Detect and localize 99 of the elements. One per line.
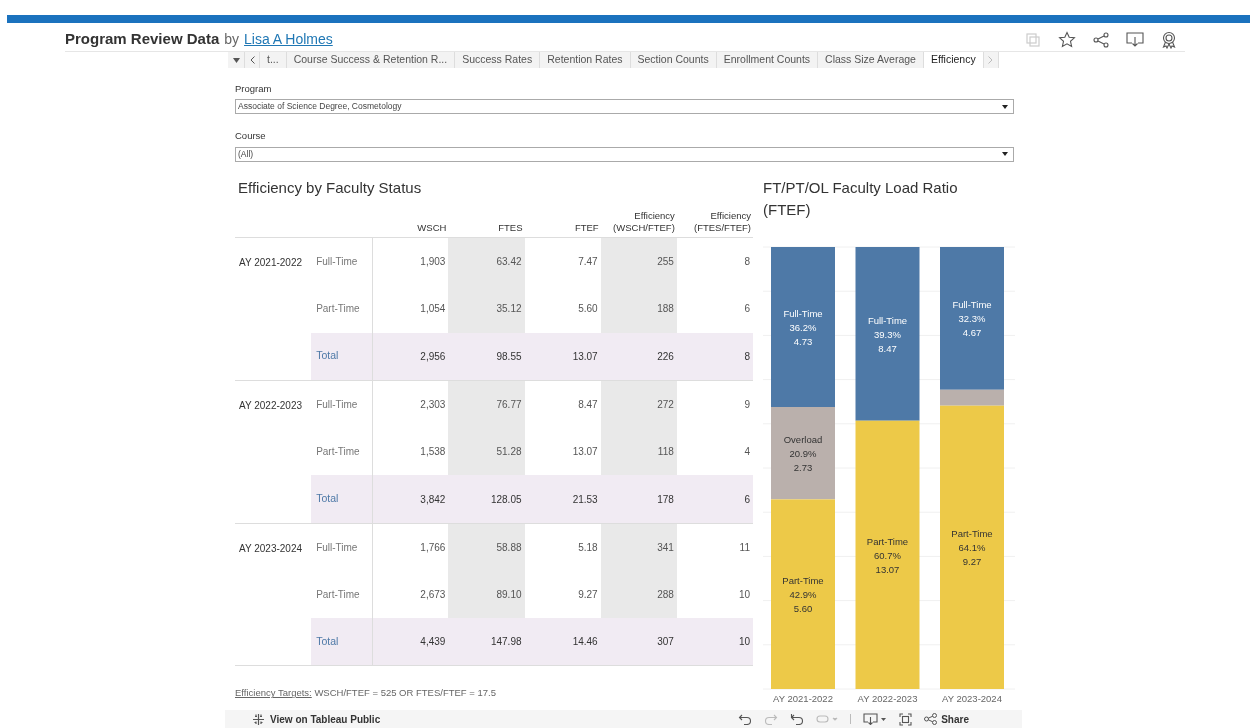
table-cell: 9.27	[578, 588, 598, 600]
filter-dropdown[interactable]: Associate of Science Degree, Cosmetology	[235, 99, 1014, 115]
year-label: AY 2022-2023	[239, 399, 303, 411]
table-cell: 13.07	[572, 446, 598, 458]
fullscreen-icon[interactable]	[899, 712, 913, 726]
filter-dropdown[interactable]: (All)	[235, 146, 1014, 162]
data-label: Overload 20.9% 2.73	[783, 433, 823, 473]
table-cell: 35.12	[496, 303, 522, 315]
view-on-tableau-link[interactable]: View on Tableau Public	[270, 711, 381, 727]
tableau-logo-icon	[252, 712, 265, 726]
table-cell: 4,439	[420, 636, 446, 648]
axis-label: AY 2021-2022	[773, 692, 833, 704]
axis-label: AY 2023-2024	[942, 692, 1002, 704]
author-link[interactable]: Lisa A Holmes	[244, 29, 333, 50]
table-cell: 272	[657, 398, 674, 410]
table-cell: 63.42	[496, 256, 522, 268]
table-title: Efficiency by Faculty Status	[238, 177, 423, 198]
table-cell: 2,956	[420, 350, 446, 362]
table-cell: 3,842	[420, 493, 446, 505]
table-cell: 128.05	[490, 493, 522, 505]
table-cell: 4	[744, 446, 750, 458]
status-label: Part-Time	[316, 446, 360, 458]
filter-label: Course	[235, 129, 267, 144]
table-cell: 307	[657, 636, 674, 648]
status-label: Part-Time	[316, 588, 360, 600]
table-cell: 8	[744, 256, 750, 268]
byline: by	[224, 30, 240, 49]
table-cell: 2,303	[420, 398, 446, 410]
table-cell: 1,054	[420, 303, 446, 315]
table-cell: 76.77	[496, 398, 522, 410]
revert-icon[interactable]	[790, 713, 805, 725]
table-cell: 118	[657, 446, 674, 458]
undo-icon[interactable]	[738, 713, 753, 725]
table-cell: 58.88	[496, 541, 522, 553]
table-cell: 10	[738, 588, 750, 600]
status-label: Total	[316, 349, 339, 362]
download-icon[interactable]	[863, 713, 888, 725]
table-cell: 10	[738, 636, 750, 648]
data-label: Full-Time 39.3% 8.47	[867, 314, 908, 354]
axis-label: AY 2022-2023	[857, 692, 918, 704]
table-cell: 89.10	[496, 588, 522, 600]
table-cell: 1,538	[420, 446, 446, 458]
workbook-title: Program Review Data	[65, 29, 220, 50]
table-cell: 188	[657, 303, 674, 315]
caret-down-icon[interactable]	[1002, 152, 1008, 156]
status-label: Full-Time	[316, 256, 358, 268]
status-label: Total	[316, 492, 339, 505]
table-cell: 1,903	[420, 256, 446, 268]
table-cell: 8.47	[578, 398, 598, 410]
table-cell: 8	[744, 350, 750, 362]
table-cell: 288	[657, 588, 674, 600]
table-cell: 98.55	[496, 350, 522, 362]
table-cell: 51.28	[496, 446, 522, 458]
column-header: FTES	[498, 222, 523, 234]
chevron-left-icon[interactable]	[249, 56, 255, 64]
table-cell: 13.07	[572, 350, 598, 362]
table-cell: 7.47	[578, 256, 598, 268]
table-cell: 21.53	[572, 493, 598, 505]
data-label: Full-Time 32.3% 4.67	[952, 298, 992, 338]
data-label: Part-Time 42.9% 5.60	[782, 574, 824, 614]
column-header: Efficiency (FTES/FTEF)	[693, 210, 751, 234]
table-cell: 6	[744, 493, 750, 505]
column-header: FTEF	[574, 222, 599, 234]
share-icon[interactable]	[1093, 31, 1109, 48]
table-cell: 6	[744, 303, 750, 315]
status-label: Total	[316, 634, 339, 647]
table-cell: 147.98	[490, 636, 522, 648]
download-icon[interactable]	[1126, 31, 1144, 48]
status-label: Full-Time	[316, 398, 358, 410]
table-cell: 1,766	[420, 541, 446, 553]
caret-down-icon[interactable]	[1002, 104, 1008, 109]
table-cell: 2,673	[420, 588, 446, 600]
star-icon[interactable]	[1058, 30, 1076, 49]
data-label: Full-Time 36.2% 4.73	[783, 307, 823, 347]
share-button[interactable]: Share	[924, 711, 969, 727]
table-cell: 255	[657, 256, 674, 268]
year-label: AY 2023-2024	[239, 542, 303, 554]
share-icon[interactable]	[924, 713, 938, 725]
data-label: Part-Time 60.7% 13.07	[866, 535, 909, 575]
badge-icon[interactable]	[1161, 30, 1177, 49]
column-header: WSCH	[417, 222, 447, 234]
year-label: AY 2021-2022	[239, 257, 303, 268]
data-label: Part-Time 64.1% 9.27	[951, 527, 993, 567]
caret-down-icon[interactable]	[232, 57, 240, 63]
sheet-tab[interactable]: Efficiency	[923, 52, 984, 68]
chart-title: FT/PT/OL Faculty Load Ratio (FTEF)	[763, 177, 959, 220]
table-cell: 11	[739, 541, 750, 553]
table-cell: 14.46	[572, 636, 598, 648]
table-cell: 226	[657, 350, 674, 362]
filter-label: Program	[235, 82, 273, 96]
table-cell: 5.18	[578, 541, 598, 553]
table-cell: 5.60	[578, 303, 598, 315]
column-header: Efficiency (WSCH/FTEF)	[612, 210, 675, 234]
table-cell: 9	[744, 398, 750, 410]
table-cell: 178	[657, 493, 674, 505]
table-cell: 341	[657, 541, 674, 553]
status-label: Full-Time	[316, 541, 358, 553]
status-label: Part-Time	[316, 303, 360, 315]
footnote: Efficiency Targets: WSCH/FTEF = 525 OR FTES/FTEF = 17.5	[235, 687, 496, 699]
